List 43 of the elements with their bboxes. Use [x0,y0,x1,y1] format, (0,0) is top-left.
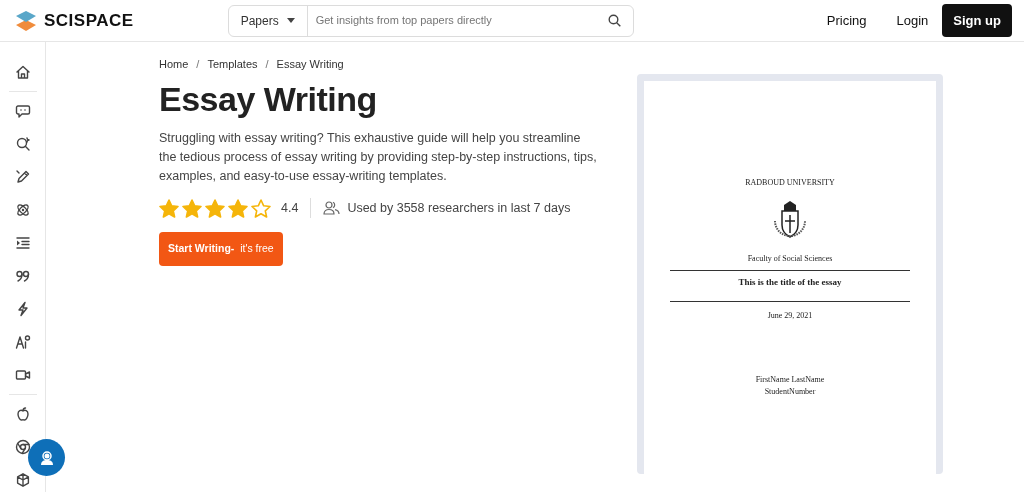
breadcrumb-link[interactable]: Templates [207,56,258,73]
star-icon [251,198,271,218]
support-button[interactable] [28,439,65,476]
signup-button[interactable]: Sign up [942,3,1012,38]
author-name: FirstName LastName [754,373,826,386]
ai-text-icon[interactable] [14,334,31,350]
university-name: RADBOUD UNIVERSITY [744,177,836,189]
search-icon [607,14,621,27]
person-icon [38,449,55,466]
breadcrumb-link[interactable]: Essay Writing [276,56,344,73]
essay-title: This is the title of the essay [737,276,843,289]
usage-text: Used by 3558 researchers in last 7 days [347,199,571,217]
chrome-icon[interactable] [14,439,31,455]
pen-icon[interactable] [14,169,31,185]
breadcrumb-separator: / [196,57,200,72]
student-number: StudentNumber [763,385,817,398]
star-icon [159,198,179,218]
nav-link[interactable]: Login [896,10,929,31]
logo-icon [16,9,36,32]
essay-date: June 29, 2021 [766,309,814,322]
rating-value: 4.4 [281,199,299,217]
scope-dropdown[interactable]: Papers [228,5,308,36]
page-title: Essay Writing [159,78,378,120]
star-icon [228,198,248,218]
search-icon[interactable] [14,136,31,152]
star-icon [205,198,225,218]
faculty-name: Faculty of Social Sciences [746,253,834,265]
home-icon[interactable] [14,64,31,80]
quote-icon[interactable] [14,268,31,284]
description: Struggling with essay writing? This exhaustive guide will help you streamline the tedious process of essay writing by providing step-by-step instructions, tips, examples, and easy-to-use essay-writing templates. [159,130,598,186]
search-field[interactable]: Papers Get insights from top papers directly [227,4,634,37]
chat-icon[interactable] [14,103,31,119]
users-icon [323,201,341,216]
video-icon[interactable] [14,367,31,383]
logo-text: SCISPACE [44,9,134,32]
atom-icon[interactable] [14,202,31,218]
nav-link[interactable]: Pricing [826,10,867,31]
breadcrumb-link[interactable]: Home [159,56,189,73]
apple-icon[interactable] [14,406,31,422]
list-icon[interactable] [14,235,31,251]
breadcrumb-separator: / [265,57,269,72]
star-icon [182,198,202,218]
caret-icon [286,18,295,23]
